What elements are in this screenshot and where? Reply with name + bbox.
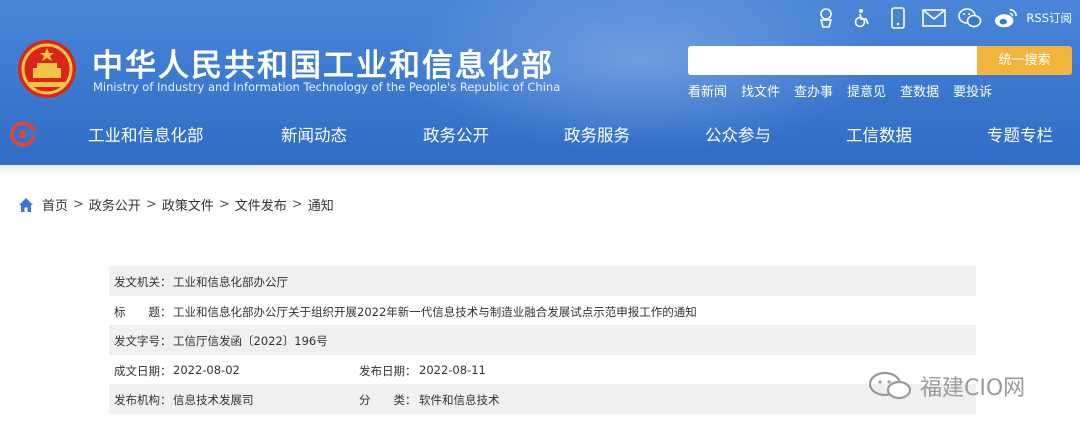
- category-value: 软件和信息技术: [419, 393, 500, 407]
- search-input[interactable]: [688, 46, 978, 75]
- mobile-icon[interactable]: [886, 6, 910, 30]
- mail-icon[interactable]: [922, 6, 947, 30]
- nav-item-data[interactable]: 工信数据: [846, 122, 912, 146]
- home-icon[interactable]: [18, 197, 34, 213]
- doc-no-value: 工信厅信发函〔2022〕196号: [173, 334, 328, 348]
- quick-link-complaint[interactable]: 要投诉: [953, 81, 992, 100]
- watermark: 福建CIO网: [868, 370, 1025, 402]
- nav-item-news[interactable]: 新闻动态: [281, 122, 347, 146]
- top-utility-bar: RSS订阅: [814, 6, 1072, 30]
- issuer-value: 工业和信息化部办公厅: [173, 275, 288, 289]
- info-row-title: 标 题： 工业和信息化部办公厅关于组织开展2022年新一代信息技术与制造业融合发…: [109, 296, 976, 326]
- national-emblem-icon[interactable]: [16, 38, 78, 100]
- quick-link-services[interactable]: 查办事: [794, 81, 833, 100]
- nav-item-ministry[interactable]: 工业和信息化部: [88, 122, 204, 146]
- weibo-icon[interactable]: [994, 6, 1018, 30]
- breadcrumb-separator: >: [73, 197, 84, 212]
- date-value: 2022-08-02: [173, 362, 240, 377]
- doc-no-label: 发文字号：: [114, 334, 172, 348]
- breadcrumb: 首页 > 政务公开 > 政策文件 > 文件发布 > 通知: [18, 195, 334, 214]
- site-header: 中华人民共和国工业和信息化部 Ministry of Industry and …: [0, 0, 1080, 165]
- breadcrumb-gov-open[interactable]: 政务公开: [89, 195, 141, 214]
- document-info-table: 发文机关： 工业和信息化部办公厅 标 题： 工业和信息化部办公厅关于组织开展20…: [109, 266, 976, 414]
- breadcrumb-home[interactable]: 首页: [42, 195, 68, 214]
- wechat-watermark-icon: [868, 371, 912, 400]
- quick-links: 看新闻 找文件 查办事 提意见 查数据 要投诉: [688, 81, 992, 100]
- watermark-text: 福建CIO网: [920, 376, 1026, 401]
- header-shadow: [0, 165, 1080, 175]
- nav-item-gov-services[interactable]: 政务服务: [564, 122, 630, 146]
- breadcrumb-separator: >: [145, 197, 157, 212]
- wheelchair-icon[interactable]: [850, 6, 874, 30]
- quick-link-files[interactable]: 找文件: [741, 81, 780, 100]
- info-row-org: 发布机构： 信息技术发展司 分 类： 软件和信息技术: [109, 384, 976, 414]
- info-row-doc-no: 发文字号： 工信厅信发函〔2022〕196号: [109, 325, 976, 355]
- category-label: 分 类：: [359, 393, 417, 407]
- search-button[interactable]: 统一搜索: [977, 46, 1072, 75]
- issuer-label: 发文机关：: [114, 275, 172, 289]
- publish-date-value: 2022-08-11: [419, 362, 486, 377]
- quick-link-data[interactable]: 查数据: [900, 81, 939, 100]
- publish-date-label: 发布日期：: [359, 363, 417, 378]
- ministry-logo-icon[interactable]: [10, 121, 36, 147]
- quick-link-feedback[interactable]: 提意见: [847, 81, 886, 100]
- title-label: 标 题：: [114, 304, 172, 319]
- accessibility-elder-icon[interactable]: [814, 6, 838, 30]
- site-subtitle: Ministry of Industry and Information Tec…: [93, 80, 561, 94]
- wechat-icon[interactable]: [958, 6, 982, 30]
- nav-item-topics[interactable]: 专题专栏: [987, 122, 1053, 146]
- breadcrumb-notice[interactable]: 通知: [308, 195, 334, 214]
- breadcrumb-separator: >: [291, 197, 303, 212]
- breadcrumb-policy[interactable]: 政策文件: [162, 195, 214, 214]
- nav-item-public[interactable]: 公众参与: [705, 122, 771, 146]
- info-row-dates: 成文日期： 2022-08-02 发布日期： 2022-08-11: [109, 355, 976, 385]
- title-value: 工业和信息化部办公厅关于组织开展2022年新一代信息技术与制造业融合发展试点示范…: [173, 304, 697, 319]
- breadcrumb-file-release[interactable]: 文件发布: [235, 195, 287, 214]
- org-label: 发布机构：: [114, 393, 172, 407]
- breadcrumb-separator: >: [218, 197, 230, 212]
- info-row-issuer: 发文机关： 工业和信息化部办公厅: [109, 266, 976, 296]
- org-value: 信息技术发展司: [173, 393, 254, 407]
- rss-link[interactable]: RSS订阅: [1026, 10, 1072, 26]
- main-nav: 工业和信息化部 新闻动态 政务公开 政务服务 公众参与 工信数据 专题专栏: [0, 112, 1080, 156]
- date-label: 成文日期：: [114, 363, 172, 378]
- site-title[interactable]: 中华人民共和国工业和信息化部: [92, 40, 554, 85]
- quick-link-news[interactable]: 看新闻: [688, 81, 727, 100]
- nav-item-gov-open[interactable]: 政务公开: [423, 122, 489, 146]
